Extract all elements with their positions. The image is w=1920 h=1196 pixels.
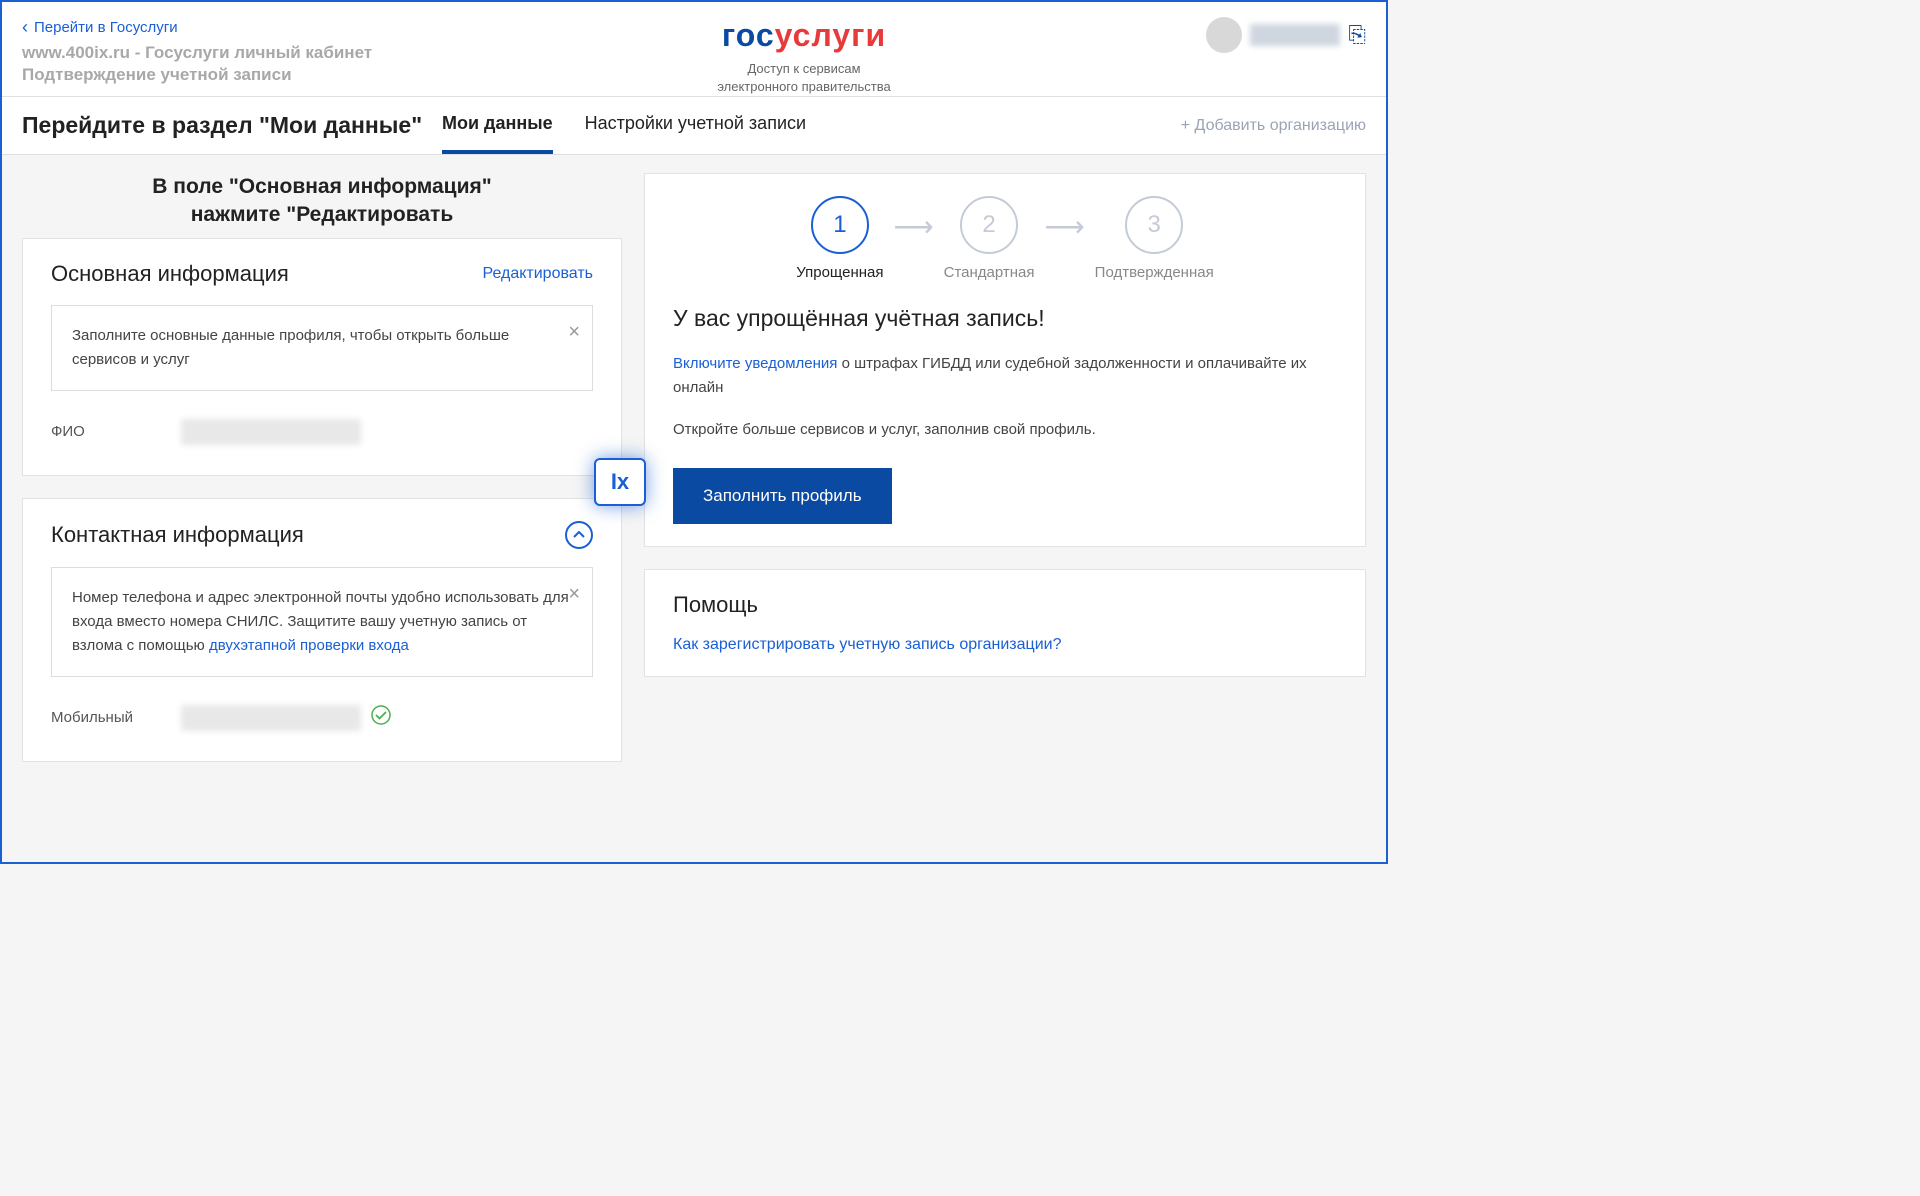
arrow-right-icon: ⟶ — [1045, 210, 1085, 243]
tab-my-data[interactable]: Мои данные — [442, 97, 553, 154]
instruction-step2: В поле "Основная информация" нажмите "Ре… — [22, 173, 622, 228]
fill-profile-button[interactable]: Заполнить профиль — [673, 468, 892, 524]
back-link-label: Перейти в Госуслуги — [34, 19, 178, 36]
account-steps: 1 Упрощенная ⟶ 2 Стандартная ⟶ 3 Подтвер… — [673, 196, 1337, 281]
mobile-field: Мобильный — [51, 697, 593, 739]
contact-info-hint: × Номер телефона и адрес электронной поч… — [51, 567, 593, 677]
main-info-hint: × Заполните основные данные профиля, что… — [51, 305, 593, 391]
enable-notifications-link[interactable]: Включите уведомления — [673, 355, 837, 372]
watermark: www.400ix.ru - Госуслуги личный кабинет … — [22, 42, 442, 86]
add-organization-link[interactable]: + Добавить организацию — [1181, 117, 1366, 135]
account-status-card: 1 Упрощенная ⟶ 2 Стандартная ⟶ 3 Подтвер… — [644, 173, 1366, 547]
logo: госуслуги — [442, 17, 1166, 54]
fio-value — [181, 419, 361, 445]
fio-field: ФИО — [51, 411, 593, 453]
check-ok-icon — [371, 705, 391, 731]
main-info-card: Основная информация Редактировать × Запо… — [22, 238, 622, 476]
contact-info-card: Контактная информация × Номер телефона и… — [22, 498, 622, 762]
mobile-value — [181, 705, 361, 731]
arrow-right-icon: ⟶ — [893, 210, 933, 243]
step-1: 1 Упрощенная — [796, 196, 883, 281]
account-status-title: У вас упрощённая учётная запись! — [673, 305, 1337, 332]
back-to-gosuslugi-link[interactable]: ‹ Перейти в Госуслуги — [22, 17, 178, 38]
logo-subtitle: Доступ к сервисам электронного правитель… — [442, 60, 1166, 96]
collapse-icon[interactable] — [565, 521, 593, 549]
exit-icon[interactable]: ⎘ — [1348, 22, 1366, 48]
fio-label: ФИО — [51, 423, 181, 440]
notifications-text: Включите уведомления о штрафах ГИБДД или… — [673, 352, 1337, 400]
main-info-title: Основная информация — [51, 261, 289, 287]
mobile-label: Мобильный — [51, 709, 181, 726]
close-icon[interactable]: × — [568, 578, 580, 610]
tab-account-settings[interactable]: Настройки учетной записи — [585, 97, 806, 154]
avatar[interactable] — [1206, 17, 1242, 53]
contact-info-title: Контактная информация — [51, 522, 304, 548]
username[interactable] — [1250, 24, 1340, 46]
step-2: 2 Стандартная — [944, 196, 1035, 281]
help-title: Помощь — [673, 592, 1337, 618]
close-icon[interactable]: × — [568, 316, 580, 348]
ix-badge: Ix — [594, 458, 646, 506]
chevron-left-icon: ‹ — [22, 17, 28, 38]
help-card: Помощь Как зарегистрировать учетную запи… — [644, 569, 1366, 677]
step-3: 3 Подтвержденная — [1095, 196, 1214, 281]
edit-main-info-link[interactable]: Редактировать — [482, 265, 593, 283]
instruction-step1: Перейдите в раздел "Мои данные" — [22, 112, 442, 139]
help-link-org-register[interactable]: Как зарегистрировать учетную запись орга… — [673, 636, 1061, 653]
two-factor-link[interactable]: двухэтапной проверки входа — [209, 637, 409, 654]
more-services-text: Откройте больше сервисов и услуг, заполн… — [673, 418, 1337, 442]
